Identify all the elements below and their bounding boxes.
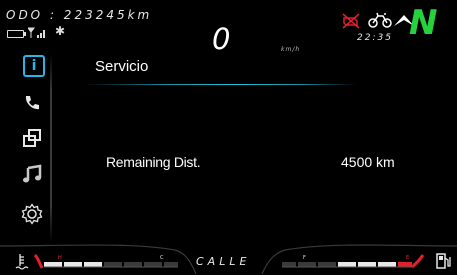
info-icon: i: [31, 58, 37, 74]
temp-high-label: H: [58, 255, 62, 261]
fuel-low-zone: [411, 254, 425, 269]
music-icon: [23, 164, 42, 183]
sidebar-item-music[interactable]: [21, 163, 43, 185]
speed-unit: km/h: [281, 46, 301, 53]
temp-gauge-bar: [44, 262, 178, 268]
odometer: ODO : 223245km: [6, 8, 153, 22]
fuel-full-label: F: [303, 255, 306, 261]
page-title: Servicio: [95, 58, 149, 75]
temp-gauge-frame: [0, 244, 197, 275]
fuel-pump-icon: [436, 253, 451, 269]
gear-icon: [21, 203, 43, 225]
sidebar-item-info[interactable]: i: [23, 55, 45, 77]
battery-icon: [7, 30, 26, 38]
title-divider: [84, 84, 356, 85]
clock: 22:35: [357, 33, 393, 43]
signal-icon: [28, 27, 45, 38]
ride-mode-label: CALLE: [196, 255, 251, 268]
window-switch-icon: [23, 129, 41, 147]
traction-control-icon: [368, 12, 392, 28]
sidebar-divider: [50, 53, 52, 243]
temp-hot-zone: [33, 253, 44, 269]
phone-icon: [25, 96, 39, 110]
sidebar-item-settings[interactable]: [21, 203, 43, 225]
coolant-icon: [15, 254, 29, 270]
gear-indicator: N: [409, 3, 438, 43]
fuel-empty-label: E: [406, 255, 409, 261]
sidebar-item-phone[interactable]: [21, 92, 43, 114]
fuel-gauge-bar: [282, 262, 412, 268]
speed-readout: 0: [212, 22, 231, 56]
fuel-gauge-frame: [261, 244, 457, 275]
remaining-distance-value: 4500 km: [341, 154, 395, 170]
sidebar-item-media-switch[interactable]: [21, 127, 43, 149]
bluetooth-icon: ✱: [55, 24, 66, 38]
remaining-distance-label: Remaining Dist.: [106, 154, 201, 170]
engine-warning-icon: [342, 13, 360, 29]
temp-low-label: C: [160, 255, 164, 261]
